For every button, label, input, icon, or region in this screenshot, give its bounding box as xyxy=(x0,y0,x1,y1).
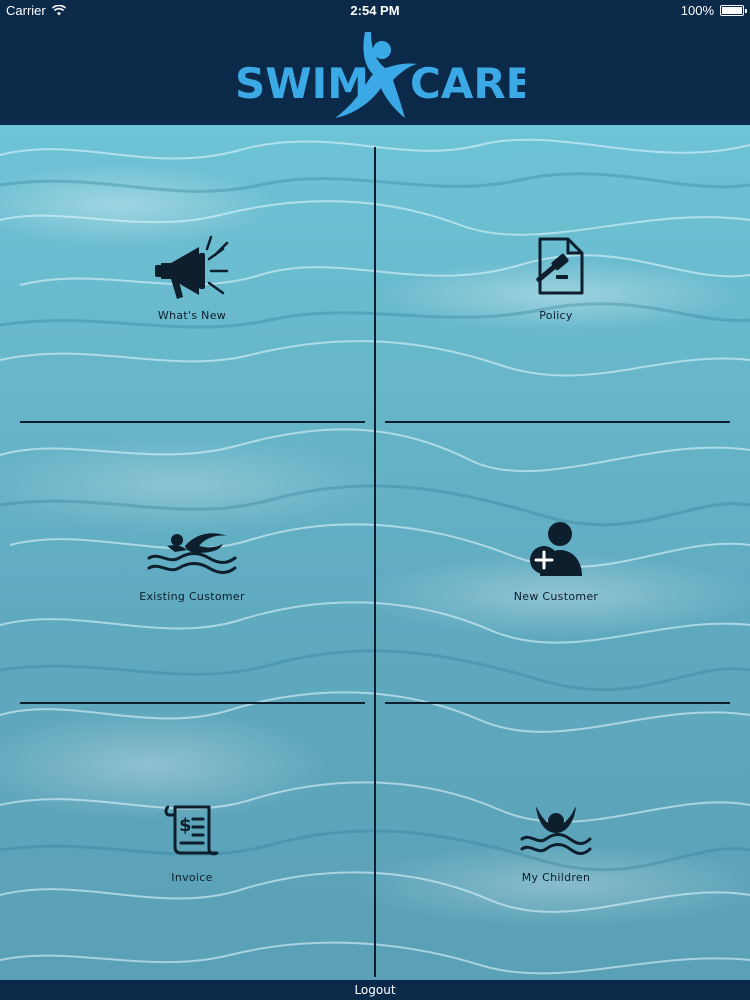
swimcare-logo: SWIM CARE xyxy=(235,32,525,118)
tile-label-new-customer: New Customer xyxy=(513,590,599,603)
add-user-icon xyxy=(530,522,582,576)
child-swimmer-icon xyxy=(520,807,592,855)
tile-whats-new[interactable]: What's New xyxy=(12,147,372,417)
battery-group: 100% xyxy=(680,3,747,18)
app-header: SWIM CARE xyxy=(0,22,750,125)
swimmer-icon xyxy=(147,533,237,574)
footer-bar: Logout xyxy=(0,980,750,1000)
status-bar: Carrier 2:54 PM 100% xyxy=(0,0,750,22)
tile-label-my-children: My Children xyxy=(521,871,591,884)
clock: 2:54 PM xyxy=(350,3,400,18)
tile-invoice[interactable]: $ Invoice xyxy=(12,709,372,979)
invoice-icon: $ xyxy=(164,805,219,856)
svg-text:$: $ xyxy=(179,815,192,836)
logo-text-swim: SWIM xyxy=(235,59,369,108)
grid-divider-horizontal xyxy=(385,421,730,423)
logo-text-care: CARE xyxy=(410,59,525,108)
grid-divider-horizontal xyxy=(20,702,365,704)
battery-icon xyxy=(720,5,747,16)
menu-grid: What's New Policy Existing Customer New … xyxy=(0,125,750,980)
tile-label-invoice: Invoice xyxy=(171,871,213,884)
policy-document-icon xyxy=(536,237,584,295)
battery-fill xyxy=(722,7,742,14)
grid-divider-horizontal xyxy=(385,702,730,704)
tile-label-whats-new: What's New xyxy=(157,309,227,322)
tile-label-existing-customer: Existing Customer xyxy=(139,590,245,603)
logout-button[interactable]: Logout xyxy=(0,983,750,997)
tile-my-children[interactable]: My Children xyxy=(376,709,736,979)
tile-new-customer[interactable]: New Customer xyxy=(376,428,736,698)
megaphone-icon xyxy=(155,235,229,299)
tile-policy[interactable]: Policy xyxy=(376,147,736,417)
battery-percent: 100% xyxy=(680,3,714,18)
tile-label-policy: Policy xyxy=(539,309,573,322)
tile-existing-customer[interactable]: Existing Customer xyxy=(12,428,372,698)
grid-divider-horizontal xyxy=(20,421,365,423)
